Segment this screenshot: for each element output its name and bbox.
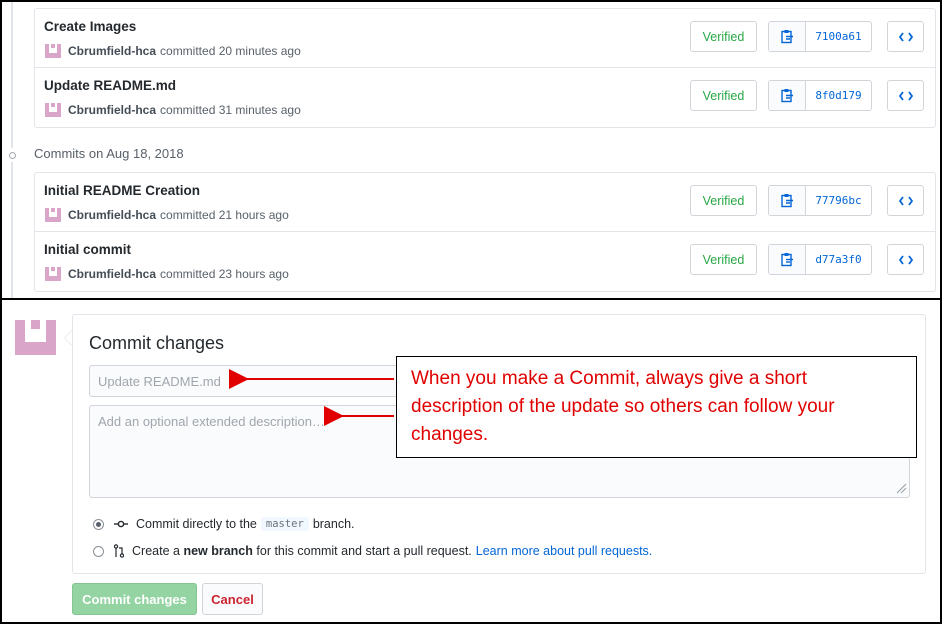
commit-title[interactable]: Create Images <box>44 19 136 34</box>
annotation-callout: When you make a Commit, always give a sh… <box>396 356 917 458</box>
commit-sha-link[interactable]: d77a3f0 <box>806 245 871 274</box>
verified-badge[interactable]: Verified <box>690 21 757 52</box>
commit-title[interactable]: Update README.md <box>44 78 176 93</box>
radio-commit-direct[interactable] <box>93 518 104 530</box>
author-name[interactable]: Cbrumfield-hca <box>68 44 156 58</box>
sha-button-group: 7100a61 <box>768 21 872 52</box>
new-branch-suffix: for this commit and start a pull request… <box>256 544 472 558</box>
commit-meta: Cbrumfield-hca committed 31 minutes ago <box>44 101 301 119</box>
commit-meta: Cbrumfield-hca committed 21 hours ago <box>44 206 289 224</box>
radio-new-branch[interactable] <box>93 545 104 557</box>
author-name[interactable]: Cbrumfield-hca <box>68 103 156 117</box>
learn-more-link[interactable]: Learn more about pull requests. <box>476 544 653 558</box>
author-avatar[interactable] <box>44 42 62 60</box>
browse-code-icon[interactable] <box>887 80 924 111</box>
browse-code-icon[interactable] <box>887 185 924 216</box>
commit-direct-prefix: Commit directly to the <box>136 517 257 531</box>
commit-history-panel: Commits on Aug 18, 2018 Create Images Cb… <box>0 0 942 300</box>
commit-time: 20 minutes ago <box>218 44 301 58</box>
commit-time: 31 minutes ago <box>218 103 301 117</box>
author-avatar[interactable] <box>44 206 62 224</box>
browse-code-icon[interactable] <box>887 244 924 275</box>
commit-timeline-icon <box>5 148 19 162</box>
commits-date-header: Commits on Aug 18, 2018 <box>34 146 184 161</box>
author-name[interactable]: Cbrumfield-hca <box>68 208 156 222</box>
git-pull-request-icon <box>114 544 124 558</box>
commit-group: Initial README Creation Cbrumfield-hca c… <box>34 172 936 292</box>
new-branch-option[interactable]: Create a new branch for this commit and … <box>93 544 652 558</box>
commit-form-title: Commit changes <box>89 333 225 353</box>
author-name[interactable]: Cbrumfield-hca <box>68 267 156 281</box>
commit-action: committed <box>160 44 216 58</box>
user-avatar[interactable] <box>13 314 58 359</box>
git-commit-icon <box>114 520 128 528</box>
commit-meta: Cbrumfield-hca committed 20 minutes ago <box>44 42 301 60</box>
commit-changes-button[interactable]: Commit changes <box>72 583 197 615</box>
commit-row: Update README.md Cbrumfield-hca committe… <box>35 68 935 127</box>
commit-action: committed <box>160 103 216 117</box>
commit-direct-option[interactable]: Commit directly to the master branch. <box>93 517 355 531</box>
commit-title[interactable]: Initial README Creation <box>44 183 200 198</box>
clipboard-icon[interactable] <box>769 81 806 110</box>
verified-badge[interactable]: Verified <box>690 185 757 216</box>
commit-row: Initial README Creation Cbrumfield-hca c… <box>35 173 935 232</box>
clipboard-icon[interactable] <box>769 22 806 51</box>
commit-meta: Cbrumfield-hca committed 23 hours ago <box>44 265 289 283</box>
sha-button-group: 77796bc <box>768 185 872 216</box>
clipboard-icon[interactable] <box>769 186 806 215</box>
browse-code-icon[interactable] <box>887 21 924 52</box>
commit-row: Create Images Cbrumfield-hca committed 2… <box>35 9 935 68</box>
cancel-button[interactable]: Cancel <box>202 583 263 615</box>
clipboard-icon[interactable] <box>769 245 806 274</box>
resize-handle-icon[interactable] <box>895 482 907 494</box>
new-branch-prefix: Create a <box>132 544 180 558</box>
commit-sha-link[interactable]: 77796bc <box>806 186 871 215</box>
commit-action: committed <box>160 267 216 281</box>
commit-sha-link[interactable]: 7100a61 <box>806 22 871 51</box>
commit-direct-suffix: branch. <box>312 517 355 531</box>
commit-action: committed <box>160 208 216 222</box>
author-avatar[interactable] <box>44 265 62 283</box>
sha-button-group: 8f0d179 <box>768 80 872 111</box>
commit-row: Initial commit Cbrumfield-hca committed … <box>35 232 935 291</box>
verified-badge[interactable]: Verified <box>690 244 757 275</box>
sha-button-group: d77a3f0 <box>768 244 872 275</box>
commit-title[interactable]: Initial commit <box>44 242 131 257</box>
commit-group: Create Images Cbrumfield-hca committed 2… <box>34 8 936 128</box>
new-branch-bold: new branch <box>183 544 253 558</box>
commit-time: 21 hours ago <box>218 208 289 222</box>
commit-summary-input[interactable] <box>89 365 411 397</box>
author-avatar[interactable] <box>44 101 62 119</box>
verified-badge[interactable]: Verified <box>690 80 757 111</box>
commit-form-panel: Commit changes Commit directly to the ma… <box>0 298 942 624</box>
commit-time: 23 hours ago <box>218 267 289 281</box>
branch-name: master <box>260 517 309 531</box>
commit-sha-link[interactable]: 8f0d179 <box>806 81 871 110</box>
